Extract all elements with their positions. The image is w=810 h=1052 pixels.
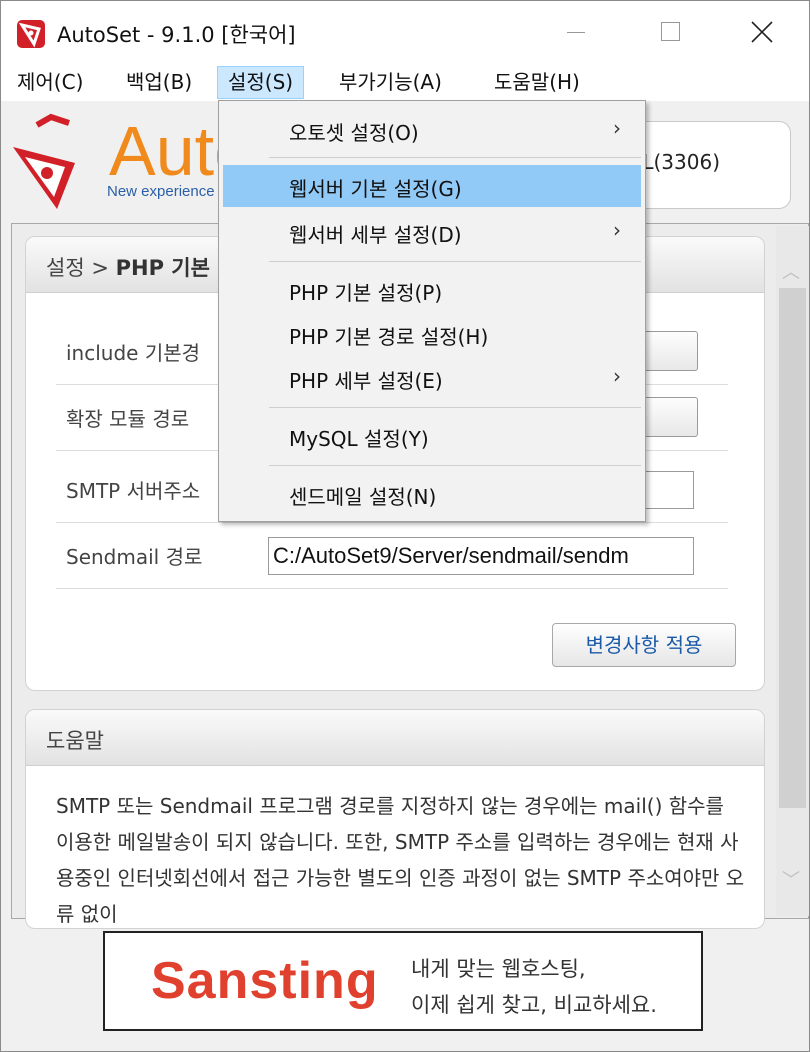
breadcrumb-prefix: 설정 > <box>46 256 109 280</box>
menu-item-php-path[interactable]: PHP 기본 경로 설정(H) <box>223 313 641 355</box>
vertical-scrollbar[interactable]: ︿ ﹀ <box>776 226 809 916</box>
menu-item-label: 센드메일 설정(N) <box>289 485 437 509</box>
settings-dropdown-menu: 오토셋 설정(O) › 웹서버 기본 설정(G) 웹서버 세부 설정(D) › … <box>218 100 646 522</box>
menu-item-autoset-settings[interactable]: 오토셋 설정(O) › <box>223 109 641 151</box>
scroll-thumb[interactable] <box>779 288 806 808</box>
ad-banner[interactable]: Sansting 내게 맞는 웹호스팅, 이제 쉽게 찾고, 비교하세요. <box>103 931 703 1031</box>
logo-tagline: New experience <box>107 183 215 200</box>
menu-item-php-basic[interactable]: PHP 기본 설정(P) <box>223 269 641 311</box>
menu-item-label: PHP 기본 경로 설정(H) <box>289 325 489 349</box>
menu-separator <box>269 157 641 158</box>
scroll-up-icon[interactable]: ︿ <box>782 258 800 284</box>
menu-item-label: 웹서버 세부 설정(D) <box>289 223 462 247</box>
extension-path-browse-button[interactable] <box>640 397 698 437</box>
scroll-down-icon[interactable]: ﹀ <box>782 866 800 892</box>
minimize-button[interactable] <box>531 1 623 63</box>
window-title: AutoSet - 9.1.0 [한국어] <box>57 23 296 47</box>
menu-item-webserver-detail[interactable]: 웹서버 세부 설정(D) › <box>223 211 641 253</box>
autoset-logo-icon <box>17 20 45 48</box>
sendmail-path-label: Sendmail 경로 <box>66 545 203 569</box>
extension-path-label: 확장 모듈 경로 <box>66 407 190 431</box>
menu-item-webserver-basic[interactable]: 웹서버 기본 설정(G) <box>223 165 641 207</box>
setting-row-sendmail: Sendmail 경로 C:/AutoSet9/Server/sendmail/… <box>56 523 728 589</box>
breadcrumb-page: PHP 기본 <box>115 256 210 280</box>
title-bar: AutoSet - 9.1.0 [한국어] <box>1 1 809 63</box>
banner-line-1: 내게 맞는 웹호스팅, <box>411 957 586 981</box>
server-status-text: L(3306) <box>642 150 720 174</box>
menu-item-sendmail[interactable]: 센드메일 설정(N) <box>223 473 641 515</box>
help-panel-header: 도움말 <box>26 710 764 766</box>
menu-separator <box>269 261 641 262</box>
include-path-label: include 기본경 <box>66 341 201 365</box>
help-text: SMTP 또는 Sendmail 프로그램 경로를 지정하지 않는 경우에는 m… <box>56 794 745 926</box>
menu-backup[interactable]: 백업(B) <box>116 66 202 99</box>
menu-item-label: 오토셋 설정(O) <box>289 121 419 145</box>
menu-item-label: PHP 기본 설정(P) <box>289 281 443 305</box>
smtp-server-label: SMTP 서버주소 <box>66 479 201 503</box>
submenu-arrow-icon: › <box>613 218 621 242</box>
apply-changes-button[interactable]: 변경사항 적용 <box>552 623 736 667</box>
include-path-browse-button[interactable] <box>640 331 698 371</box>
menu-item-label: MySQL 설정(Y) <box>289 427 429 451</box>
autoset-logo: Auto New experience <box>9 112 253 213</box>
help-panel-title: 도움말 <box>46 729 104 753</box>
menu-separator <box>269 465 641 466</box>
breadcrumb: 설정 > PHP 기본 <box>46 252 210 282</box>
sendmail-path-input[interactable]: C:/AutoSet9/Server/sendmail/sendm <box>268 537 694 575</box>
menu-addons[interactable]: 부가기능(A) <box>329 66 452 99</box>
app-window: AutoSet - 9.1.0 [한국어] 제어(C) 백업(B) 설정(S) … <box>0 0 810 1052</box>
menu-settings[interactable]: 설정(S) <box>217 66 305 99</box>
maximize-button[interactable] <box>623 1 715 63</box>
menu-help[interactable]: 도움말(H) <box>484 66 590 99</box>
menu-separator <box>269 407 641 408</box>
menu-item-php-detail[interactable]: PHP 세부 설정(E) › <box>223 357 641 399</box>
help-panel: 도움말 SMTP 또는 Sendmail 프로그램 경로를 지정하지 않는 경우… <box>25 709 765 929</box>
close-button[interactable] <box>715 1 807 63</box>
menu-item-mysql[interactable]: MySQL 설정(Y) <box>223 415 641 457</box>
close-icon <box>751 21 773 43</box>
menu-bar: 제어(C) 백업(B) 설정(S) 부가기능(A) 도움말(H) <box>1 63 809 101</box>
banner-line-2: 이제 쉽게 찾고, 비교하세요. <box>411 993 657 1017</box>
menu-control[interactable]: 제어(C) <box>7 66 93 99</box>
menu-item-label: PHP 세부 설정(E) <box>289 369 443 393</box>
submenu-arrow-icon: › <box>613 364 621 388</box>
banner-brand: Sansting <box>151 952 379 1010</box>
submenu-arrow-icon: › <box>613 116 621 140</box>
menu-item-label: 웹서버 기본 설정(G) <box>289 177 462 201</box>
